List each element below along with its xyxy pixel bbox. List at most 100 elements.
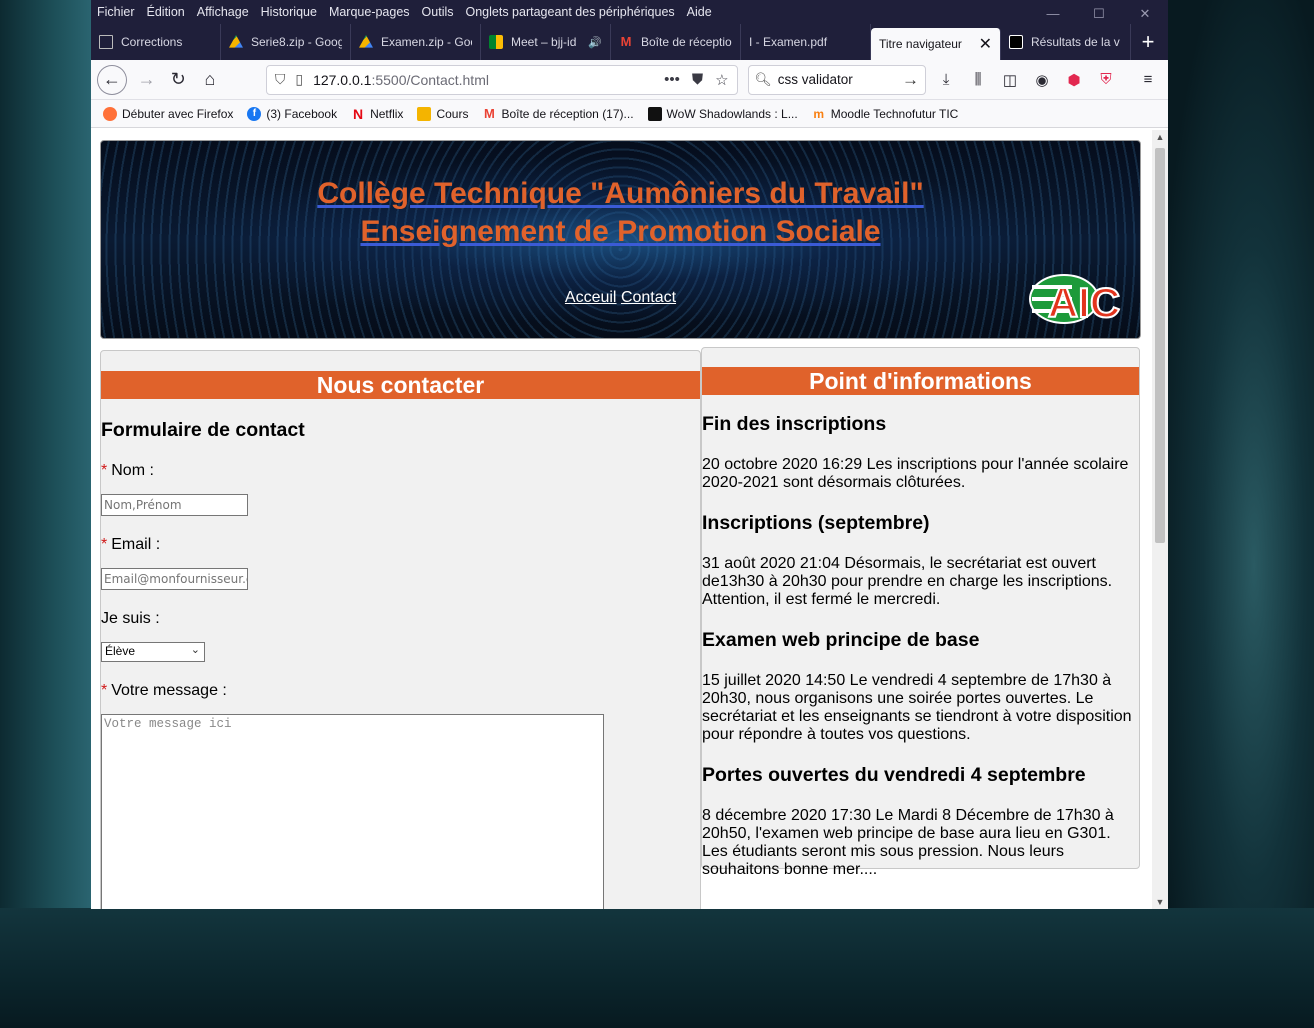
news-title: Portes ouvertes du vendredi 4 septembre [702, 764, 1086, 786]
menu-aide[interactable]: Aide [687, 5, 712, 19]
gmail-icon: M [620, 34, 632, 49]
search-query: css validator [777, 72, 853, 87]
scroll-up-icon[interactable]: ▲ [1152, 132, 1168, 142]
email-label-text: Email : [111, 536, 161, 553]
menu-bar: Fichier Édition Affichage Historique Mar… [91, 0, 1168, 24]
scroll-down-icon[interactable]: ▼ [1152, 897, 1168, 907]
home-button[interactable]: ⌂ [194, 64, 226, 96]
tab-titre-navigateur[interactable]: Titre navigateur ✕ [871, 28, 1001, 60]
bookmark-star-icon[interactable]: ☆ [715, 71, 728, 89]
vertical-scrollbar[interactable]: ▲ ▼ [1152, 130, 1168, 909]
wow-icon [647, 106, 662, 121]
tab-examen-pdf[interactable]: I - Examen.pdf [741, 24, 871, 60]
info-header: Point d'informations [702, 367, 1139, 395]
bookmark-netflix[interactable]: N Netflix [351, 107, 403, 121]
bookmark-label: (3) Facebook [266, 106, 338, 121]
bookmark-moodle[interactable]: m Moodle Technofutur TIC [812, 107, 958, 121]
bookmark-label: Netflix [370, 106, 404, 121]
role-select-value: Élève [105, 644, 136, 658]
scrollbar-thumb[interactable] [1155, 148, 1165, 543]
email-input[interactable]: Email@monfournisseur.com [101, 568, 248, 590]
app-menu-icon[interactable]: ≡ [1134, 71, 1162, 89]
ublock-icon[interactable]: ⛨ [1092, 71, 1120, 89]
google-drive-icon [229, 35, 243, 48]
tab-serie8-zip[interactable]: Serie8.zip - Goog [221, 24, 351, 60]
menu-affichage[interactable]: Affichage [197, 5, 249, 19]
more-actions-icon[interactable]: ••• [664, 71, 680, 89]
aic-logo: AIC [1029, 274, 1121, 325]
news-text: 15 juillet 2020 14:50 Le vendredi 4 sept… [702, 672, 1132, 743]
tab-label: I - Examen.pdf [749, 35, 828, 49]
chevron-down-icon: ⌄ [190, 644, 200, 656]
search-bar[interactable]: 🔍︎ css validator → [747, 64, 927, 95]
browser-window: Fichier Édition Affichage Historique Mar… [91, 0, 1168, 909]
address-bar[interactable]: ⛉ ▯ 127.0.0.1:5500/Contact.html ••• ⛊ ☆ [265, 64, 738, 95]
news-text: 8 décembre 2020 17:30 Le Mardi 8 Décembr… [702, 807, 1114, 878]
site-banner: Collège Technique "Aumôniers du Travail"… [100, 140, 1141, 339]
bookmark-wow-shadowlands[interactable]: WoW Shadowlands : L... [647, 106, 798, 121]
library-icon[interactable]: ⫼ [964, 71, 992, 89]
back-button[interactable]: ← [97, 64, 127, 95]
tab-gmail[interactable]: M Boîte de réceptio [611, 24, 741, 60]
contact-box: Nous contacter Formulaire de contact * No… [100, 350, 701, 909]
tab-bar: Corrections Serie8.zip - Goog Examen.zip… [91, 24, 1168, 60]
netflix-icon: N [353, 105, 364, 122]
tab-label: Résultats de la v [1031, 35, 1120, 49]
gmail-icon: M [484, 105, 495, 121]
forward-button[interactable]: → [131, 64, 163, 96]
bookmark-debuter-firefox[interactable]: Débuter avec Firefox [103, 106, 233, 121]
url-path: :5500/Contact.html [371, 71, 489, 88]
close-tab-icon[interactable]: ✕ [979, 34, 992, 54]
name-label: * Nom : [101, 462, 700, 480]
news-title: Examen web principe de base [702, 629, 980, 651]
menu-marque-pages[interactable]: Marque-pages [329, 5, 410, 19]
tab-meet[interactable]: Meet – bjj-id 🔊 [481, 24, 611, 60]
logo-text: AIC [1048, 279, 1120, 325]
tab-resultats[interactable]: Résultats de la v [1001, 24, 1131, 60]
shield-icon[interactable]: ⛉ [275, 71, 286, 88]
menu-onglets-partageant[interactable]: Onglets partageant des périphériques [466, 5, 675, 19]
toolbar-icons: ⤓ ⫼ ◫ ◉ ⬢ ⛨ ≡ [932, 71, 1162, 89]
folder-icon [417, 106, 432, 121]
sidebar-icon[interactable]: ◫ [996, 71, 1024, 89]
menu-outils[interactable]: Outils [422, 5, 454, 19]
page-icon [99, 35, 113, 49]
speaker-icon[interactable]: 🔊 [588, 36, 602, 49]
bookmarks-toolbar: Débuter avec Firefox f (3) Facebook N Ne… [91, 100, 1168, 128]
firefox-icon [103, 106, 117, 121]
download-icon[interactable]: ⤓ [932, 71, 960, 89]
message-label: * Votre message : [101, 682, 700, 700]
message-textarea[interactable]: Votre message ici [101, 714, 604, 909]
tab-corrections[interactable]: Corrections [91, 24, 221, 60]
bookmark-cours[interactable]: Cours [417, 106, 468, 121]
pocket-icon[interactable]: ⛊ [692, 71, 703, 89]
news-title: Inscriptions (septembre) [702, 512, 930, 534]
contact-form: Formulaire de contact * Nom : Nom,Prénom … [101, 419, 700, 909]
account-icon[interactable]: ◉ [1028, 71, 1056, 89]
search-go-arrow-icon[interactable]: → [902, 70, 919, 90]
url-host: 127.0.0.1 [313, 71, 372, 88]
tab-examen-zip[interactable]: Examen.zip - Goo [351, 24, 481, 60]
info-box: Point d'informations Fin des inscription… [701, 347, 1140, 878]
menu-historique[interactable]: Historique [261, 5, 317, 19]
tab-label: Examen.zip - Goo [381, 35, 472, 49]
news-list: Fin des inscriptions 20 octobre 2020 16:… [702, 413, 1139, 879]
reload-button[interactable]: ↻ [162, 64, 194, 96]
adblock-icon[interactable]: ⬢ [1060, 71, 1088, 89]
role-select[interactable]: Élève ⌄ [101, 642, 205, 662]
nav-link-acceuil[interactable]: Acceuil [565, 289, 617, 306]
menu-edition[interactable]: Édition [147, 5, 185, 19]
email-label: * Email : [101, 536, 700, 554]
menu-fichier[interactable]: Fichier [97, 5, 135, 19]
desktop-background-right [1164, 0, 1314, 1028]
name-input[interactable]: Nom,Prénom [101, 494, 248, 516]
google-drive-icon [359, 35, 373, 48]
nav-link-contact[interactable]: Contact [621, 289, 676, 306]
bookmark-facebook[interactable]: f (3) Facebook [247, 106, 338, 121]
page-icon: ▯ [295, 71, 304, 87]
bookmark-boite-reception[interactable]: M Boîte de réception (17)... [482, 105, 634, 121]
role-label: Je suis : [101, 610, 160, 627]
name-label-text: Nom : [111, 462, 154, 479]
new-tab-button[interactable]: + [1131, 24, 1165, 60]
news-text: 31 août 2020 21:04 Désormais, le secréta… [702, 555, 1113, 608]
